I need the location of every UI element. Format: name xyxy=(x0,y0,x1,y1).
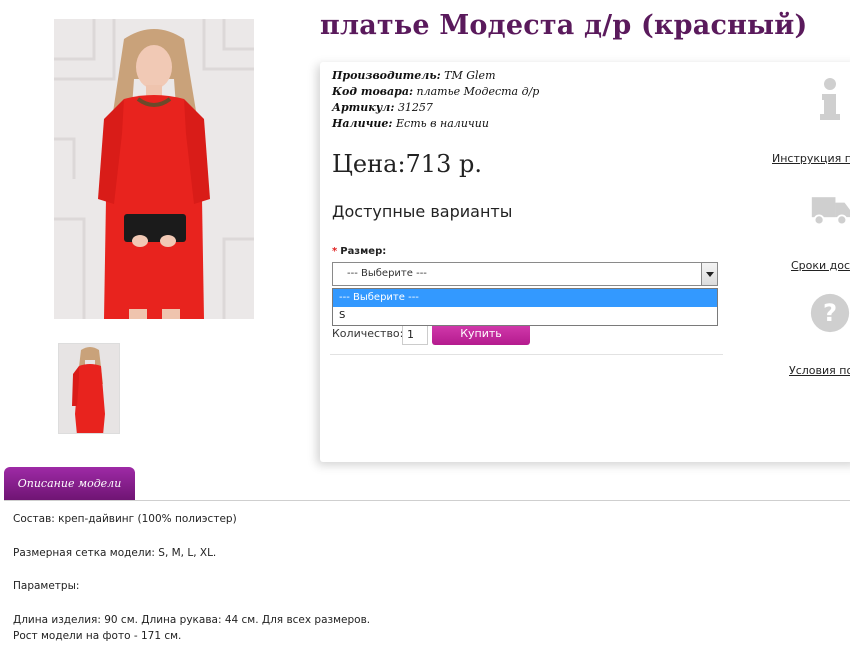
quantity-label: Количество: xyxy=(332,327,404,340)
tab-divider xyxy=(4,500,850,501)
size-option[interactable]: --- Выберите --- xyxy=(333,289,717,307)
size-grid-text: Размерная сетка модели: S, M, L, XL. xyxy=(13,546,217,559)
composition-text: Состав: креп-дайвинг (100% полиэстер) xyxy=(13,513,237,525)
product-thumbnail[interactable] xyxy=(58,343,120,434)
instructions-link[interactable]: Инструкция по xyxy=(772,152,850,165)
article-value: 31257 xyxy=(397,101,433,114)
code-label: Код товара: xyxy=(332,85,414,98)
terms-link[interactable]: Условия по xyxy=(789,364,850,377)
size-option[interactable]: S xyxy=(333,307,717,325)
size-select-value: --- Выберите --- xyxy=(347,268,427,279)
params-title: Параметры: xyxy=(13,580,80,592)
info-block xyxy=(770,76,850,126)
svg-text:?: ? xyxy=(823,298,837,327)
size-select[interactable]: --- Выберите --- xyxy=(332,262,718,286)
delivery-link[interactable]: Сроки дост xyxy=(791,259,850,272)
code-value: платье Модеста д/р xyxy=(416,85,540,98)
truck-icon xyxy=(811,197,850,226)
description-content: Состав: креп-дайвинг (100% полиэстер) Ра… xyxy=(13,511,370,645)
info-icon xyxy=(820,78,840,120)
product-meta: Производитель: ТМ Glem Код товара: плать… xyxy=(332,68,539,132)
size-label-text: Размер: xyxy=(340,246,387,257)
tab-description[interactable]: Описание модели xyxy=(4,467,135,501)
terms-block: ? xyxy=(770,290,850,340)
size-dropdown-list: --- Выберите --- S xyxy=(332,288,718,326)
model-height-text: Рост модели на фото - 171 см. xyxy=(13,630,182,642)
manufacturer-row: Производитель: ТМ Glem xyxy=(332,68,539,84)
dropdown-arrow-icon[interactable] xyxy=(701,263,717,285)
manufacturer-value[interactable]: ТМ Glem xyxy=(444,69,495,82)
code-row: Код товара: платье Модеста д/р xyxy=(332,84,539,100)
quantity-input[interactable]: 1 xyxy=(402,323,428,345)
required-mark: * xyxy=(332,246,338,257)
article-label: Артикул: xyxy=(332,101,395,114)
delivery-block xyxy=(770,186,850,236)
stock-label: Наличие: xyxy=(332,117,393,130)
variants-title: Доступные варианты xyxy=(332,202,513,221)
product-info-panel: Производитель: ТМ Glem Код товара: плать… xyxy=(320,62,850,462)
article-row: Артикул: 31257 xyxy=(332,100,539,116)
size-label: * Размер: xyxy=(332,246,386,257)
stock-row: Наличие: Есть в наличии xyxy=(332,116,539,132)
question-icon: ? xyxy=(810,293,850,333)
product-page: платье Модеста д/р (красный) Производите… xyxy=(0,0,850,646)
product-main-image[interactable] xyxy=(54,19,254,319)
manufacturer-label: Производитель: xyxy=(332,69,441,82)
product-price: Цена:713 р. xyxy=(332,150,482,178)
length-text: Длина изделия: 90 см. Длина рукава: 44 с… xyxy=(13,613,371,626)
divider xyxy=(330,354,723,355)
product-title: платье Модеста д/р (красный) xyxy=(320,10,808,41)
stock-value: Есть в наличии xyxy=(396,117,489,130)
